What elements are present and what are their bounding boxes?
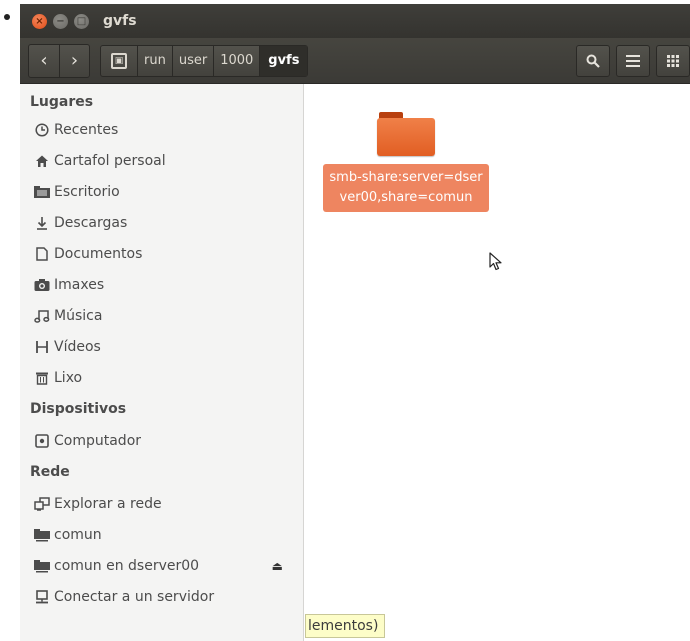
sidebar-item-label: Computador bbox=[54, 432, 142, 449]
file-name-label: smb-share:server=dserver00,share=comun bbox=[323, 164, 489, 212]
file-manager-window: × − □ gvfs ‹ › ▣ run user 1000 gvfs Luga… bbox=[20, 4, 690, 641]
sidebar-item-label: Escritorio bbox=[54, 183, 120, 200]
breadcrumb-item-run[interactable]: run bbox=[138, 45, 173, 76]
sidebar-item-label: Vídeos bbox=[54, 338, 101, 355]
list-view-button[interactable] bbox=[616, 45, 650, 77]
sidebar-item-label: Documentos bbox=[54, 245, 143, 262]
sidebar: Lugares Recentes Cartafol persoal Escrit… bbox=[20, 84, 304, 641]
film-icon bbox=[34, 339, 50, 355]
sidebar-item-computador[interactable]: Computador bbox=[20, 425, 303, 456]
sidebar-section-lugares: Lugares bbox=[30, 94, 94, 110]
sidebar-item-descargas[interactable]: Descargas bbox=[20, 207, 303, 238]
chevron-right-icon: › bbox=[70, 50, 79, 71]
sidebar-item-label: Explorar a rede bbox=[54, 495, 162, 512]
navigation-buttons: ‹ › bbox=[28, 43, 90, 78]
sidebar-item-label: Conectar a un servidor bbox=[54, 588, 215, 605]
network-folder-icon bbox=[34, 558, 50, 574]
download-icon bbox=[34, 215, 50, 231]
grid-icon bbox=[667, 55, 679, 67]
sidebar-item-explorar-a-rede[interactable]: Explorar a rede bbox=[20, 488, 303, 519]
file-view: smb-share:server=dserver00,share=comun bbox=[305, 84, 690, 641]
status-tooltip: lementos) bbox=[305, 614, 386, 638]
sidebar-item-label: Lixo bbox=[54, 369, 83, 386]
sidebar-item-musica[interactable]: Música bbox=[20, 300, 303, 331]
breadcrumb: ▣ run user 1000 gvfs bbox=[100, 44, 309, 77]
sidebar-section-rede: Rede bbox=[30, 464, 70, 480]
sidebar-item-lixo[interactable]: Lixo bbox=[20, 362, 303, 393]
sidebar-item-recentes[interactable]: Recentes bbox=[20, 114, 303, 145]
breadcrumb-root[interactable]: ▣ bbox=[101, 45, 138, 76]
drive-icon bbox=[34, 433, 50, 449]
sidebar-item-label: comun en dserver00 bbox=[54, 557, 200, 574]
camera-icon bbox=[34, 277, 50, 293]
sidebar-item-label: Descargas bbox=[54, 214, 128, 231]
network-folder-icon bbox=[34, 527, 50, 543]
home-icon bbox=[34, 153, 50, 169]
document-icon bbox=[34, 246, 50, 262]
title-bar: × − □ gvfs bbox=[20, 4, 690, 38]
sidebar-item-videos[interactable]: Vídeos bbox=[20, 331, 303, 362]
sidebar-item-documentos[interactable]: Documentos bbox=[20, 238, 303, 269]
window-title: gvfs bbox=[103, 13, 137, 29]
toolbar: ‹ › ▣ run user 1000 gvfs bbox=[20, 38, 690, 84]
server-icon bbox=[34, 589, 50, 605]
sidebar-item-conectar-a-un-servidor[interactable]: Conectar a un servidor bbox=[20, 581, 303, 612]
sidebar-item-cartafol-persoal[interactable]: Cartafol persoal bbox=[20, 145, 303, 176]
sidebar-item-imaxes[interactable]: Imaxes bbox=[20, 269, 303, 300]
back-button[interactable]: ‹ bbox=[29, 45, 59, 77]
desktop-folder-icon bbox=[34, 184, 50, 200]
sidebar-item-label: Música bbox=[54, 307, 103, 324]
minimize-window-button[interactable]: − bbox=[53, 13, 68, 29]
search-icon bbox=[586, 54, 600, 68]
maximize-window-button[interactable]: □ bbox=[74, 13, 89, 29]
sidebar-item-label: Imaxes bbox=[54, 276, 105, 293]
sidebar-section-dispositivos: Dispositivos bbox=[30, 401, 127, 417]
breadcrumb-item-1000[interactable]: 1000 bbox=[214, 45, 261, 76]
mouse-pointer-icon bbox=[489, 252, 502, 271]
sidebar-item-label: comun bbox=[54, 526, 102, 543]
clock-icon bbox=[34, 122, 50, 138]
grid-view-button[interactable] bbox=[656, 45, 690, 77]
sidebar-item-label: Recentes bbox=[54, 121, 119, 138]
breadcrumb-item-user[interactable]: user bbox=[173, 45, 215, 76]
toolbar-actions bbox=[570, 45, 690, 77]
list-bullet bbox=[4, 14, 10, 20]
chevron-left-icon: ‹ bbox=[40, 50, 48, 71]
sidebar-item-comun-en-dserver00[interactable]: comun en dserver00 ⏏ bbox=[20, 550, 303, 581]
sidebar-item-escritorio[interactable]: Escritorio bbox=[20, 176, 303, 207]
eject-icon[interactable]: ⏏ bbox=[272, 559, 283, 573]
sidebar-item-label: Cartafol persoal bbox=[54, 152, 166, 169]
forward-button[interactable]: › bbox=[59, 44, 89, 77]
breadcrumb-item-gvfs[interactable]: gvfs bbox=[260, 45, 308, 76]
trash-icon bbox=[34, 370, 50, 386]
menu-icon bbox=[626, 55, 640, 67]
close-window-button[interactable]: × bbox=[32, 13, 47, 29]
drive-icon: ▣ bbox=[111, 52, 127, 69]
folder-icon bbox=[377, 110, 435, 156]
sidebar-item-comun[interactable]: comun bbox=[20, 519, 303, 550]
network-icon bbox=[34, 496, 50, 512]
music-icon bbox=[34, 308, 50, 324]
search-button[interactable] bbox=[576, 45, 610, 77]
